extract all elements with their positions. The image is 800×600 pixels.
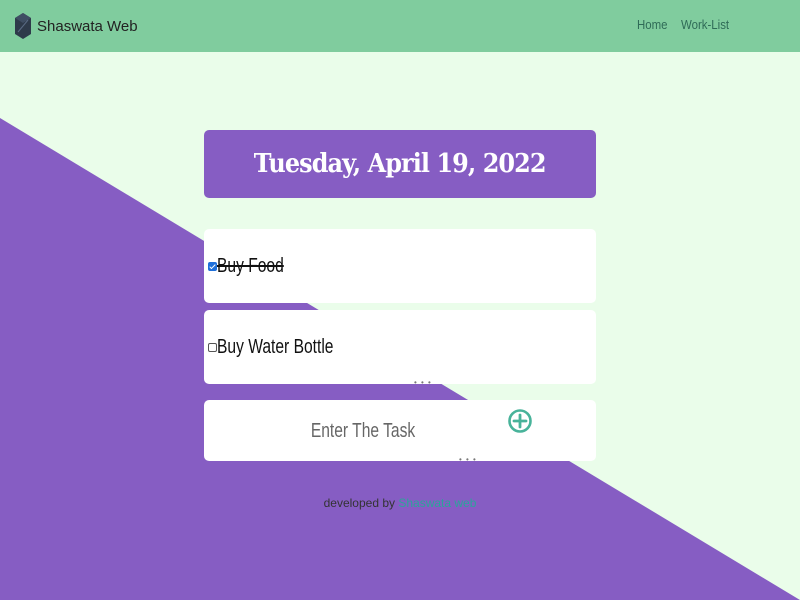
item-dots: • • •	[414, 378, 432, 387]
brand-name: Shaswata Web	[37, 17, 138, 35]
brand-link[interactable]: Shaswata Web	[14, 12, 138, 40]
date-title: Tuesday, April 19, 2022	[254, 149, 547, 179]
nav-links: Home Work-List	[637, 17, 736, 32]
item-label: Buy Food	[217, 254, 284, 277]
item-checkbox[interactable]	[208, 343, 217, 352]
item-checkbox[interactable]	[208, 262, 217, 271]
footer-link[interactable]: Shaswata web	[398, 496, 476, 510]
list-item: Buy Water Bottle • • •	[204, 310, 596, 387]
item-dots: • • •	[459, 455, 477, 464]
item-label: Buy Water Bottle	[217, 335, 334, 358]
navbar: Shaswata Web Home Work-List	[0, 0, 800, 52]
task-input[interactable]	[295, 414, 431, 448]
date-header: Tuesday, April 19, 2022	[204, 130, 596, 198]
new-task-form: • • •	[204, 400, 596, 464]
hexagon-logo-icon	[15, 13, 31, 39]
add-task-button[interactable]	[507, 403, 533, 439]
footer: developed by Shaswata web	[0, 496, 800, 510]
nav-link-work-list[interactable]: Work-List	[681, 17, 729, 32]
plus-circle-icon	[508, 409, 532, 433]
list-item: Buy Food	[204, 229, 596, 303]
nav-link-home[interactable]: Home	[637, 17, 668, 32]
footer-text: developed by	[323, 496, 395, 510]
